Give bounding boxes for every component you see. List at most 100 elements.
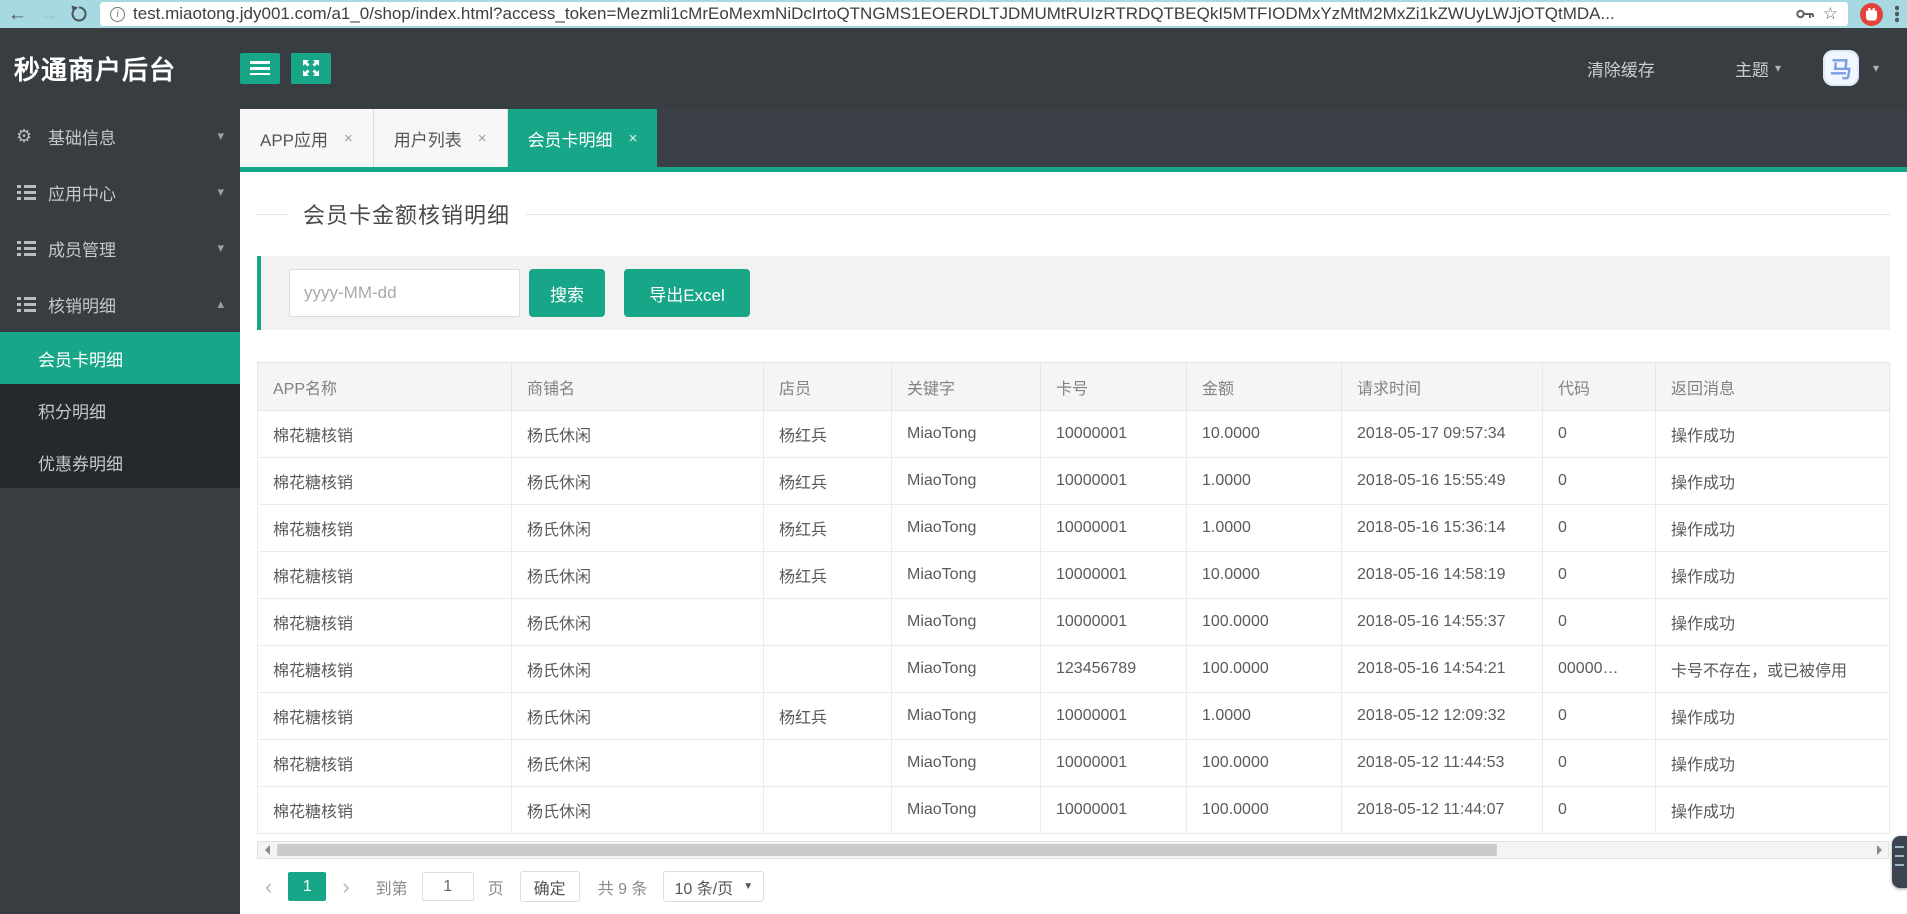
clear-cache-button[interactable]: 清除缓存	[1587, 56, 1655, 81]
key-icon[interactable]	[1796, 8, 1815, 20]
table-cell: 10000001	[1040, 786, 1187, 834]
user-avatar[interactable]: 马	[1822, 50, 1859, 86]
table-cell: 杨氏休闲	[511, 692, 764, 740]
table-header-cell: 返回消息	[1655, 362, 1890, 411]
table-row: 棉花糖核销 杨氏休闲 杨红兵 MiaoTong 10000001 1.0000 2018-0…	[257, 457, 1890, 505]
sidebar-item-3[interactable]: 核销明细 ▴	[0, 276, 240, 332]
table-cell: 00000…	[1542, 645, 1656, 693]
table-cell: 杨氏休闲	[511, 504, 764, 552]
tab-bar: APP应用 × 用户列表 × 会员卡明细 ×	[240, 108, 1907, 172]
table-cell: 2018-05-16 14:54:21	[1341, 645, 1543, 693]
page-size-value: 10 条/页	[674, 880, 734, 898]
table-cell: 1.0000	[1186, 692, 1342, 740]
scroll-right-icon[interactable]	[1870, 842, 1888, 858]
tab-close-icon[interactable]: ×	[478, 130, 487, 147]
table-header-cell: 卡号	[1040, 362, 1187, 411]
sidebar-item-2[interactable]: 成员管理 ▾	[0, 220, 240, 276]
goto-label: 到第	[375, 880, 408, 898]
tab-label: APP应用	[260, 130, 329, 150]
horizontal-scrollbar[interactable]	[257, 841, 1889, 859]
next-page-button[interactable]: ›	[334, 875, 357, 898]
submenu-item-2[interactable]: 优惠券明细	[0, 436, 240, 488]
table-header-cell: 关键字	[891, 362, 1041, 411]
table-cell: 杨红兵	[763, 692, 892, 740]
refresh-icon[interactable]	[70, 5, 88, 23]
table-row: 棉花糖核销 杨氏休闲 MiaoTong 10000001 100.0000 2018-05…	[257, 739, 1890, 787]
hamburger-icon	[250, 61, 270, 75]
url-bar[interactable]: i test.miaotong.jdy001.com/a1_0/shop/ind…	[100, 2, 1848, 26]
table-cell: 10000001	[1040, 457, 1187, 505]
table-cell: 10000001	[1040, 410, 1187, 458]
table-row: 棉花糖核销 杨氏休闲 杨红兵 MiaoTong 10000001 1.0000 2018-0…	[257, 692, 1890, 740]
sidebar-submenu: 会员卡明细 积分明细 优惠券明细	[0, 332, 240, 488]
table-row: 棉花糖核销 杨氏休闲 杨红兵 MiaoTong 10000001 1.0000 2018-0…	[257, 504, 1890, 552]
confirm-button[interactable]: 确定	[519, 871, 580, 902]
browser-menu-icon[interactable]	[1895, 5, 1899, 23]
top-bar: 秒通商户后台 清除缓存 主题 ▾ 马 ▾	[0, 28, 1907, 108]
table-cell: 操作成功	[1655, 598, 1890, 646]
table-cell: 0	[1542, 504, 1656, 552]
sidebar-item-0[interactable]: ⚙ 基础信息 ▾	[0, 108, 240, 164]
blocker-extension-icon[interactable]	[1860, 2, 1883, 26]
table-cell	[763, 786, 892, 834]
tab-1[interactable]: 用户列表 ×	[373, 109, 508, 167]
table-cell: MiaoTong	[891, 551, 1041, 599]
prev-page-button[interactable]: ‹	[257, 875, 280, 898]
table-row: 棉花糖核销 杨氏休闲 杨红兵 MiaoTong 10000001 10.0000 2018-…	[257, 551, 1890, 599]
floating-widget[interactable]	[1892, 836, 1907, 888]
page-size-select[interactable]: 10 条/页 ▼	[663, 871, 765, 902]
submenu-item-0[interactable]: 会员卡明细	[0, 332, 240, 384]
avatar-chevron-down-icon[interactable]: ▾	[1873, 61, 1879, 75]
sidebar-item-1[interactable]: 应用中心 ▾	[0, 164, 240, 220]
tab-close-icon[interactable]: ×	[344, 130, 353, 147]
menu-toggle-button[interactable]	[240, 52, 280, 84]
table-header-cell: 店员	[763, 362, 892, 411]
table-cell: MiaoTong	[891, 598, 1041, 646]
table-row: 棉花糖核销 杨氏休闲 MiaoTong 10000001 100.0000 2018-05…	[257, 598, 1890, 646]
table-cell: 杨红兵	[763, 457, 892, 505]
table-cell: 2018-05-17 09:57:34	[1341, 410, 1543, 458]
table-cell: MiaoTong	[891, 645, 1041, 693]
table-cell: 操作成功	[1655, 551, 1890, 599]
table-cell: 100.0000	[1186, 786, 1342, 834]
table-cell: 10000001	[1040, 551, 1187, 599]
table-cell: 100.0000	[1186, 739, 1342, 787]
title-divider-right	[526, 213, 1890, 215]
goto-page-input[interactable]	[421, 872, 474, 901]
table-cell: 2018-05-12 11:44:07	[1341, 786, 1543, 834]
search-button[interactable]: 搜索	[529, 269, 605, 317]
scrollbar-thumb[interactable]	[277, 844, 1497, 856]
tab-close-icon[interactable]: ×	[629, 130, 638, 147]
table-cell: 2018-05-12 11:44:53	[1341, 739, 1543, 787]
tab-2[interactable]: 会员卡明细 ×	[507, 109, 658, 167]
table-header-cell: 商铺名	[511, 362, 764, 411]
table-cell: 棉花糖核销	[257, 504, 512, 552]
table-cell: 2018-05-16 14:58:19	[1341, 551, 1543, 599]
forward-icon[interactable]: →	[39, 5, 58, 24]
back-icon[interactable]: ←	[8, 5, 27, 24]
table-cell: 10000001	[1040, 692, 1187, 740]
scroll-left-icon[interactable]	[258, 842, 276, 858]
export-excel-button[interactable]: 导出Excel	[624, 269, 750, 317]
table-cell: 1.0000	[1186, 504, 1342, 552]
title-divider-left	[257, 213, 287, 215]
bookmark-star-icon[interactable]: ☆	[1823, 4, 1838, 24]
fullscreen-button[interactable]	[291, 52, 331, 84]
table-cell: 棉花糖核销	[257, 692, 512, 740]
table-cell: 2018-05-16 15:55:49	[1341, 457, 1543, 505]
table-cell: 2018-05-12 12:09:32	[1341, 692, 1543, 740]
tab-label: 用户列表	[393, 130, 462, 150]
page-number-button[interactable]: 1	[288, 872, 327, 901]
table-cell: 操作成功	[1655, 692, 1890, 740]
sidebar-item-label: 基础信息	[48, 128, 116, 148]
info-icon[interactable]: i	[110, 6, 125, 22]
date-input[interactable]	[289, 269, 520, 317]
submenu-item-1[interactable]: 积分明细	[0, 384, 240, 436]
sidebar-item-label: 核销明细	[48, 296, 116, 316]
table-cell: 0	[1542, 786, 1656, 834]
table-cell: 0	[1542, 410, 1656, 458]
tab-0[interactable]: APP应用 ×	[240, 109, 374, 167]
theme-button[interactable]: 主题 ▾	[1735, 56, 1781, 81]
table-cell	[763, 598, 892, 646]
table-cell: 2018-05-16 15:36:14	[1341, 504, 1543, 552]
